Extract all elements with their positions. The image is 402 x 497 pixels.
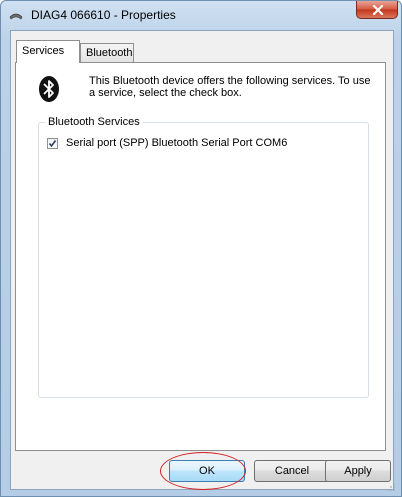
ok-button[interactable]: OK: [169, 460, 245, 482]
service-item-serial-port[interactable]: Serial port (SPP) Bluetooth Serial Port …: [47, 137, 287, 149]
bluetooth-services-group: [38, 122, 369, 398]
apply-button[interactable]: Apply: [325, 460, 391, 482]
tab-bluetooth[interactable]: Bluetooth: [80, 43, 134, 63]
window-title: DIAG4 066610 - Properties: [31, 8, 176, 22]
service-label: Serial port (SPP) Bluetooth Serial Port …: [66, 137, 288, 149]
cancel-button[interactable]: Cancel: [254, 460, 330, 482]
device-icon: [9, 10, 23, 20]
title-bar[interactable]: DIAG4 066610 - Properties: [1, 1, 401, 29]
services-description: This Bluetooth device offers the followi…: [89, 75, 371, 99]
serial-port-checkbox[interactable]: [47, 137, 58, 149]
resize-grip[interactable]: [386, 482, 396, 492]
bluetooth-icon: [35, 75, 63, 103]
bluetooth-services-legend: Bluetooth Services: [45, 116, 143, 128]
tab-services[interactable]: Services: [16, 40, 80, 63]
close-button[interactable]: [356, 1, 398, 19]
